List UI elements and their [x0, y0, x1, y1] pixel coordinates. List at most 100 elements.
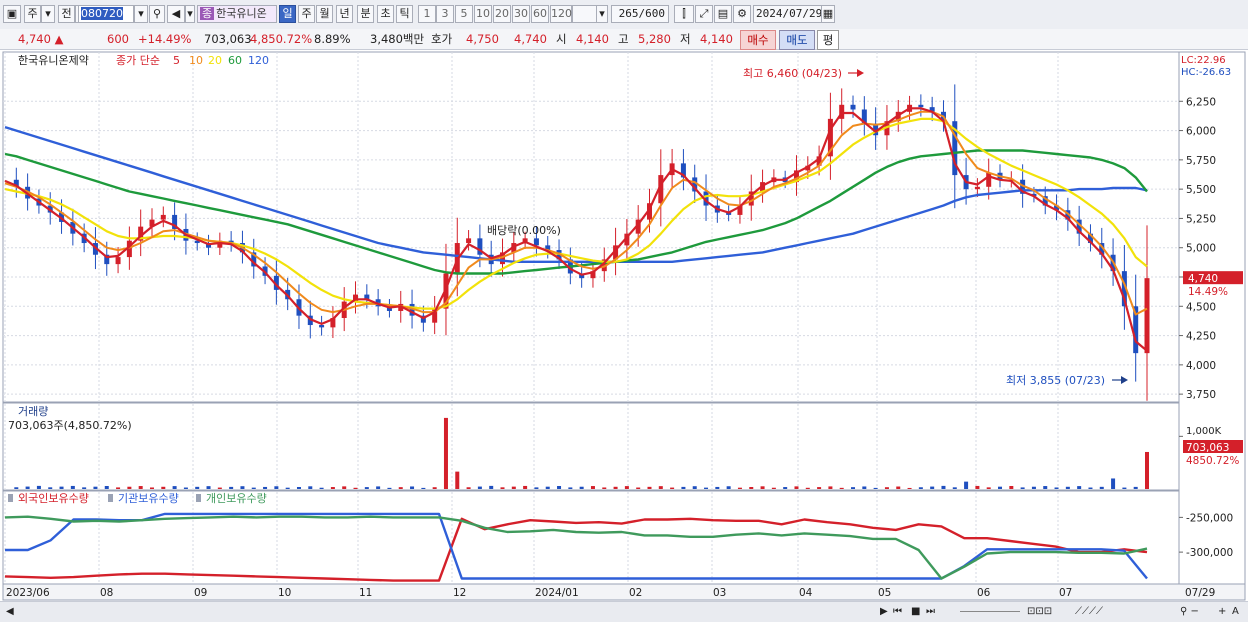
- interval-button-5[interactable]: 5: [455, 5, 473, 23]
- stock-name: 한국유니온: [216, 7, 267, 20]
- price-panel: [2, 51, 1180, 403]
- interval-button-60[interactable]: 60: [531, 5, 549, 23]
- holdings-y-tick-label: -300,000: [1186, 547, 1233, 559]
- calendar-icon[interactable]: ▦: [821, 5, 835, 23]
- evaluate-button[interactable]: 평: [817, 30, 839, 50]
- gear-icon[interactable]: ⚙: [733, 5, 751, 23]
- volume-bar: [998, 486, 1003, 489]
- candle-type-icon[interactable]: ⫿: [674, 5, 694, 23]
- layout-icon[interactable]: ▣: [3, 5, 21, 23]
- volume-bar: [183, 487, 188, 489]
- volume-bar: [1077, 486, 1082, 489]
- draw-line-icon[interactable]: ⊡⊡⊡: [1027, 605, 1052, 619]
- zoom-in-icon[interactable]: +: [1218, 605, 1226, 619]
- volume-bar: [896, 486, 901, 489]
- volume-bar: [500, 487, 505, 489]
- volume-bar: [557, 485, 562, 489]
- speaker-icon[interactable]: ◀: [167, 5, 185, 23]
- holdings-legend: 외국인보유수량 기관보유수량 개인보유수량: [8, 492, 267, 505]
- zoom-slider[interactable]: [960, 611, 1020, 626]
- period-button-3[interactable]: 년: [336, 5, 353, 23]
- step-back-icon[interactable]: ⏮: [893, 605, 902, 619]
- lc-label: LC:22.96: [1181, 55, 1226, 66]
- stop-icon[interactable]: ■: [911, 605, 920, 619]
- period-button-1[interactable]: 주: [298, 5, 315, 23]
- period-button-5[interactable]: 초: [377, 5, 394, 23]
- open-price: 4,140: [576, 32, 609, 46]
- interval-button-10[interactable]: 10: [474, 5, 492, 23]
- y-tick-label: 5,000: [1186, 243, 1216, 255]
- chevron-down-icon[interactable]: ▾: [596, 5, 608, 23]
- period-button-0[interactable]: 일: [279, 5, 296, 23]
- interval-button-20[interactable]: 20: [493, 5, 511, 23]
- volume-bar: [1043, 486, 1048, 489]
- bottom-scrollbar[interactable]: ◀ ▶ ⏮ ■ ⏭ ⊡⊡⊡ ⟋⟋⟋⟋ ⚲ − + A: [0, 601, 1248, 622]
- buy-button[interactable]: 매수: [740, 30, 776, 50]
- volume-bar: [873, 487, 878, 489]
- count-field[interactable]: 265/600: [611, 5, 669, 23]
- x-tick-label: 05: [878, 587, 891, 599]
- chart-title: 한국유니온제약: [18, 53, 89, 67]
- y-tick-label: 6,250: [1186, 96, 1216, 108]
- y-tick-label: 3,750: [1186, 389, 1216, 401]
- price-change-pct: +14.49%: [138, 32, 192, 46]
- period-button-4[interactable]: 분: [357, 5, 374, 23]
- bid-price: 4,740: [514, 32, 547, 46]
- volume-bar: [545, 486, 550, 489]
- save-icon[interactable]: ▤: [714, 5, 732, 23]
- current-pct-label: 14.49%: [1188, 286, 1228, 298]
- volume-bar: [805, 487, 810, 489]
- font-size-icon[interactable]: A: [1232, 605, 1239, 619]
- volume-bar: [25, 486, 30, 489]
- period-button-6[interactable]: 틱: [396, 5, 413, 23]
- volume-bar: [82, 487, 87, 489]
- volume-bar: [749, 486, 754, 489]
- chevron-down-icon[interactable]: ▾: [134, 5, 148, 23]
- volume-bar: [1054, 487, 1059, 489]
- pattern-icon[interactable]: ⟋⟋⟋⟋: [1075, 605, 1103, 619]
- period-main-select[interactable]: 주: [24, 5, 41, 23]
- play-icon[interactable]: ▶: [880, 605, 888, 619]
- y-tick-label: 4,500: [1186, 301, 1216, 313]
- volume-bar: [251, 487, 256, 489]
- volume-bar: [975, 485, 980, 489]
- chevron-down-icon[interactable]: ▾: [41, 5, 55, 23]
- volume-bar: [534, 487, 539, 489]
- sell-button[interactable]: 매도: [779, 30, 815, 50]
- interval-button-1[interactable]: 1: [418, 5, 436, 23]
- volume-bar: [523, 485, 528, 489]
- volume-bar: [48, 487, 53, 489]
- period-button-2[interactable]: 월: [316, 5, 333, 23]
- draw-tool-icon[interactable]: ⤢: [695, 5, 713, 23]
- compare-button[interactable]: 전: [58, 5, 75, 23]
- date-field[interactable]: 2024/07/29: [753, 5, 823, 23]
- scroll-left-icon[interactable]: ◀: [6, 605, 14, 619]
- chevron-down-icon[interactable]: ▾: [185, 5, 195, 23]
- interval-button-3[interactable]: 3: [436, 5, 454, 23]
- low-annotation: 최저 3,855 (07/23): [1006, 374, 1105, 387]
- ma-legend-5: 5: [173, 54, 180, 67]
- volume-bar: [432, 487, 437, 489]
- volume-bar: [455, 471, 460, 489]
- volume-bar: [1088, 487, 1093, 489]
- y-tick-label: 5,250: [1186, 213, 1216, 225]
- event-annotation: 배당락(0.00%): [487, 224, 561, 237]
- trade-amount: 3,480백만: [370, 32, 425, 46]
- interval-button-120[interactable]: 120: [550, 5, 572, 23]
- step-forward-icon[interactable]: ⏭: [926, 605, 935, 619]
- volume-bar: [636, 487, 641, 489]
- volume-bar: [149, 487, 154, 489]
- search-icon[interactable]: ⚲: [149, 5, 165, 23]
- stock-code-input[interactable]: 080720: [78, 5, 134, 23]
- hc-label: HC:-26.63: [1181, 67, 1231, 78]
- volume-ytick: 1,000K: [1186, 426, 1222, 437]
- stock-name-field[interactable]: 종 한국유니온: [197, 5, 277, 23]
- zoom-out-icon[interactable]: ⚲ −: [1180, 605, 1199, 619]
- volume-bar: [602, 487, 607, 489]
- interval-button-30[interactable]: 30: [512, 5, 530, 23]
- volume-bar: [172, 486, 177, 489]
- x-tick-label: 2024/01: [535, 587, 579, 599]
- count-total: /600: [638, 7, 666, 20]
- volume-bar: [410, 486, 415, 489]
- y-tick-label: 4,000: [1186, 360, 1216, 372]
